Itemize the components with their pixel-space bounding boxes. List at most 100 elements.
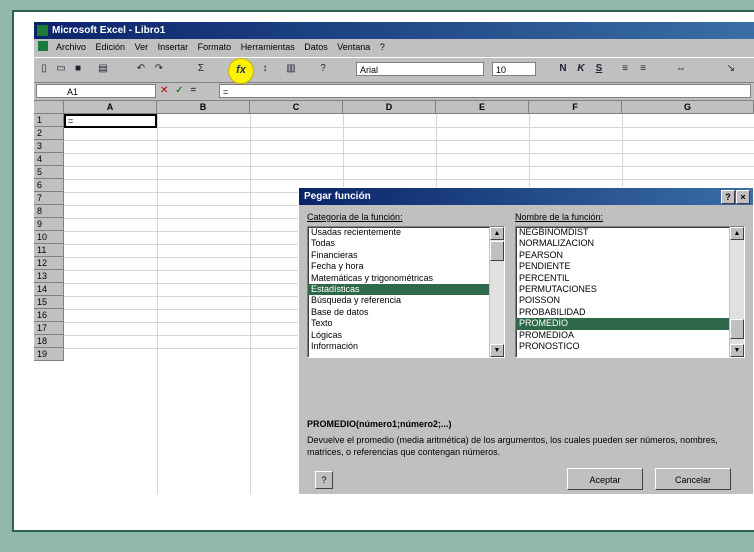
select-all-corner[interactable] (34, 101, 64, 114)
menu-ventana[interactable]: Ventana (337, 42, 370, 52)
scroll-down-icon[interactable]: ▼ (490, 344, 504, 357)
dialog-help-button[interactable]: ? (721, 190, 735, 204)
menu-insertar[interactable]: Insertar (158, 42, 189, 52)
category-item[interactable]: Fecha y hora (308, 261, 504, 272)
row-header[interactable]: 18 (34, 335, 64, 348)
category-item-selected[interactable]: Estadísticas (308, 283, 504, 296)
row-header[interactable]: 5 (34, 166, 64, 179)
formula-input[interactable]: = (219, 84, 751, 98)
row-header[interactable]: 9 (34, 218, 64, 231)
row-header[interactable]: 10 (34, 231, 64, 244)
function-item[interactable]: PROMEDIOA (516, 330, 744, 341)
menu-archivo[interactable]: Archivo (56, 42, 86, 52)
function-item[interactable]: PEARSON (516, 250, 744, 261)
function-item[interactable]: PRONOSTICO (516, 341, 744, 352)
row-header[interactable]: 2 (34, 127, 64, 140)
edit-formula-icon[interactable]: = (190, 85, 196, 96)
menu-ayuda[interactable]: ? (380, 42, 385, 52)
autosum-icon[interactable]: Σ (194, 62, 208, 76)
scroll-up-icon[interactable]: ▲ (730, 227, 744, 240)
row-header[interactable]: 14 (34, 283, 64, 296)
print-icon[interactable]: ▤ (96, 62, 110, 76)
category-item[interactable]: Texto (308, 318, 504, 329)
column-header-a[interactable]: A (64, 101, 157, 114)
function-item[interactable]: POISSON (516, 295, 744, 306)
help-icon[interactable]: ? (316, 62, 330, 76)
function-item[interactable]: NORMALIZACION (516, 238, 744, 249)
menu-herramientas[interactable]: Herramientas (241, 42, 295, 52)
bold-button[interactable]: N (556, 62, 570, 76)
menu-edicion[interactable]: Edición (96, 42, 126, 52)
row-header[interactable]: 6 (34, 179, 64, 192)
row-header[interactable]: 11 (34, 244, 64, 257)
scroll-up-icon[interactable]: ▲ (490, 227, 504, 240)
workbook-icon[interactable] (38, 41, 48, 51)
scroll-thumb[interactable] (730, 319, 744, 339)
row-header[interactable]: 3 (34, 140, 64, 153)
cancel-edit-icon[interactable]: ✕ (160, 85, 168, 96)
column-header-e[interactable]: E (436, 101, 529, 114)
column-header-b[interactable]: B (157, 101, 250, 114)
underline-button[interactable]: S (592, 62, 606, 76)
row-header[interactable]: 19 (34, 348, 64, 361)
row-header[interactable]: 1 (34, 114, 64, 127)
align-left-icon[interactable]: ≡ (618, 62, 632, 76)
column-header-f[interactable]: F (529, 101, 622, 114)
paste-function-button[interactable]: fx (228, 58, 254, 84)
scroll-down-icon[interactable]: ▼ (730, 344, 744, 357)
cancel-button[interactable]: Cancelar (655, 468, 731, 490)
function-item[interactable]: PERCENTIL (516, 273, 744, 284)
sort-ascending-icon[interactable]: ↕ (258, 62, 272, 76)
function-item[interactable]: PERMUTACIONES (516, 284, 744, 295)
menu-datos[interactable]: Datos (304, 42, 328, 52)
office-assistant-button[interactable]: ? (315, 471, 333, 489)
category-scrollbar[interactable]: ▲ ▼ (489, 227, 504, 357)
row-header[interactable]: 13 (34, 270, 64, 283)
category-item[interactable]: Matemáticas y trigonométricas (308, 273, 504, 284)
row-header[interactable]: 12 (34, 257, 64, 270)
dialog-close-button[interactable]: × (736, 190, 750, 204)
category-list[interactable]: Usadas recientemente Todas Financieras F… (307, 226, 505, 358)
category-item[interactable]: Todas (308, 238, 504, 249)
row-header[interactable]: 15 (34, 296, 64, 309)
function-scrollbar[interactable]: ▲ ▼ (729, 227, 744, 357)
undo-icon[interactable]: ↶ (134, 62, 148, 76)
font-size-select[interactable]: 10 (492, 62, 536, 76)
redo-icon[interactable]: ↷ (152, 62, 166, 76)
function-item[interactable]: PENDIENTE (516, 261, 744, 272)
enter-edit-icon[interactable]: ✓ (175, 85, 183, 96)
open-folder-icon[interactable]: ▭ (54, 62, 68, 76)
merge-center-icon[interactable]: ⇔ (674, 62, 688, 76)
chart-wizard-icon[interactable]: ▥ (284, 62, 298, 76)
decrease-decimal-icon[interactable]: ↘ (724, 62, 738, 76)
category-item[interactable]: Base de datos (308, 307, 504, 318)
column-header-d[interactable]: D (343, 101, 436, 114)
font-name-select[interactable]: Arial (356, 62, 484, 76)
category-item[interactable]: Financieras (308, 250, 504, 261)
row-header[interactable]: 4 (34, 153, 64, 166)
category-item[interactable]: Usadas recientemente (308, 227, 504, 238)
scroll-thumb[interactable] (490, 241, 504, 261)
function-item-selected[interactable]: PROMEDIO (516, 318, 744, 330)
row-header[interactable]: 17 (34, 322, 64, 335)
cell-a1[interactable]: = (64, 114, 157, 128)
function-list[interactable]: NEGBINOMDIST NORMALIZACION PEARSON PENDI… (515, 226, 745, 358)
column-header-c[interactable]: C (250, 101, 343, 114)
menu-formato[interactable]: Formato (198, 42, 232, 52)
save-icon[interactable]: ■ (71, 62, 85, 76)
new-document-icon[interactable]: ▯ (37, 62, 51, 76)
row-header[interactable]: 7 (34, 192, 64, 205)
function-item[interactable]: PROBABILIDAD (516, 307, 744, 318)
italic-button[interactable]: K (574, 62, 588, 76)
ok-button[interactable]: Aceptar (567, 468, 643, 490)
category-item[interactable]: Lógicas (308, 330, 504, 341)
category-item[interactable]: Búsqueda y referencia (308, 295, 504, 306)
name-box[interactable]: A1 (36, 84, 156, 98)
function-item[interactable]: NEGBINOMDIST (516, 227, 744, 238)
row-header[interactable]: 16 (34, 309, 64, 322)
align-center-icon[interactable]: ≡ (636, 62, 650, 76)
row-header[interactable]: 8 (34, 205, 64, 218)
menu-ver[interactable]: Ver (135, 42, 149, 52)
category-item[interactable]: Información (308, 341, 504, 352)
column-header-g[interactable]: G (622, 101, 754, 114)
